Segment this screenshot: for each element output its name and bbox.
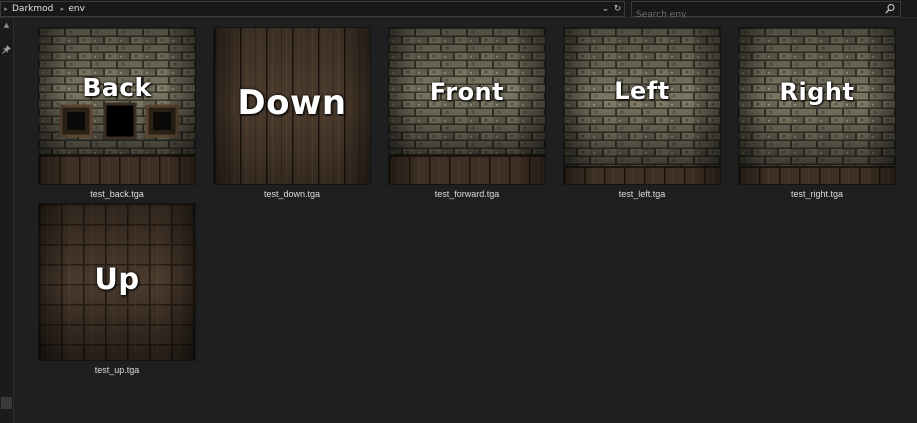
- file-name[interactable]: test_up.tga: [95, 365, 140, 375]
- file-name[interactable]: test_forward.tga: [435, 189, 500, 199]
- thumbnail-caption: Front: [429, 78, 505, 106]
- file-name[interactable]: test_back.tga: [90, 189, 144, 199]
- thumbnail-caption: Left: [614, 77, 670, 105]
- file-item-test-right[interactable]: Right test_right.tga: [739, 28, 895, 199]
- address-controls: ⌄ ↻: [601, 2, 622, 16]
- breadcrumb-env[interactable]: env: [67, 2, 89, 16]
- file-item-test-up[interactable]: Up test_up.tga: [39, 204, 195, 375]
- scroll-up-arrow[interactable]: ▲: [1, 21, 12, 30]
- navigation-pane[interactable]: ▲: [0, 19, 14, 423]
- thumbnail-left[interactable]: Left: [564, 28, 720, 184]
- thumbnail-caption: Back: [82, 73, 152, 102]
- file-item-test-back[interactable]: Back test_back.tga: [39, 28, 195, 199]
- search-icon[interactable]: [885, 3, 895, 15]
- thumbnail-down[interactable]: Down: [214, 28, 370, 184]
- thumbnail-up[interactable]: Up: [39, 204, 195, 360]
- refresh-icon[interactable]: ↻: [613, 2, 622, 16]
- thumbnail-caption: Down: [237, 83, 347, 123]
- chevron-right-icon[interactable]: ▸: [1, 5, 11, 13]
- file-name[interactable]: test_left.tga: [619, 189, 666, 199]
- thumbnail-caption: Right: [779, 78, 855, 106]
- address-bar[interactable]: ▸ Darkmod ▸ env ⌄ ↻: [0, 1, 625, 17]
- chevron-down-icon[interactable]: ⌄: [601, 2, 610, 16]
- top-bar: ▸ Darkmod ▸ env ⌄ ↻: [0, 0, 917, 22]
- brick-wall-image: [39, 28, 195, 184]
- brick-wall-image: [389, 28, 545, 184]
- file-view[interactable]: Back test_back.tga Down test_down.tga Fr: [15, 19, 917, 423]
- file-name[interactable]: test_right.tga: [791, 189, 843, 199]
- file-name[interactable]: test_down.tga: [264, 189, 320, 199]
- chevron-right-icon[interactable]: ▸: [57, 5, 67, 13]
- file-item-test-left[interactable]: Left test_left.tga: [564, 28, 720, 199]
- file-item-test-down[interactable]: Down test_down.tga: [214, 28, 370, 199]
- brick-wall-image: [564, 28, 720, 184]
- brick-wall-image: [739, 28, 895, 184]
- file-item-test-forward[interactable]: Front test_forward.tga: [389, 28, 545, 199]
- thumbnail-caption: Up: [94, 262, 140, 296]
- thumbnail-back[interactable]: Back: [39, 28, 195, 184]
- pin-icon[interactable]: [2, 45, 11, 54]
- nav-scrollbar-thumb[interactable]: [1, 397, 12, 409]
- search-box[interactable]: [631, 1, 901, 22]
- breadcrumb-darkmod[interactable]: Darkmod: [11, 2, 57, 16]
- thumbnail-forward[interactable]: Front: [389, 28, 545, 184]
- thumbnail-right[interactable]: Right: [739, 28, 895, 184]
